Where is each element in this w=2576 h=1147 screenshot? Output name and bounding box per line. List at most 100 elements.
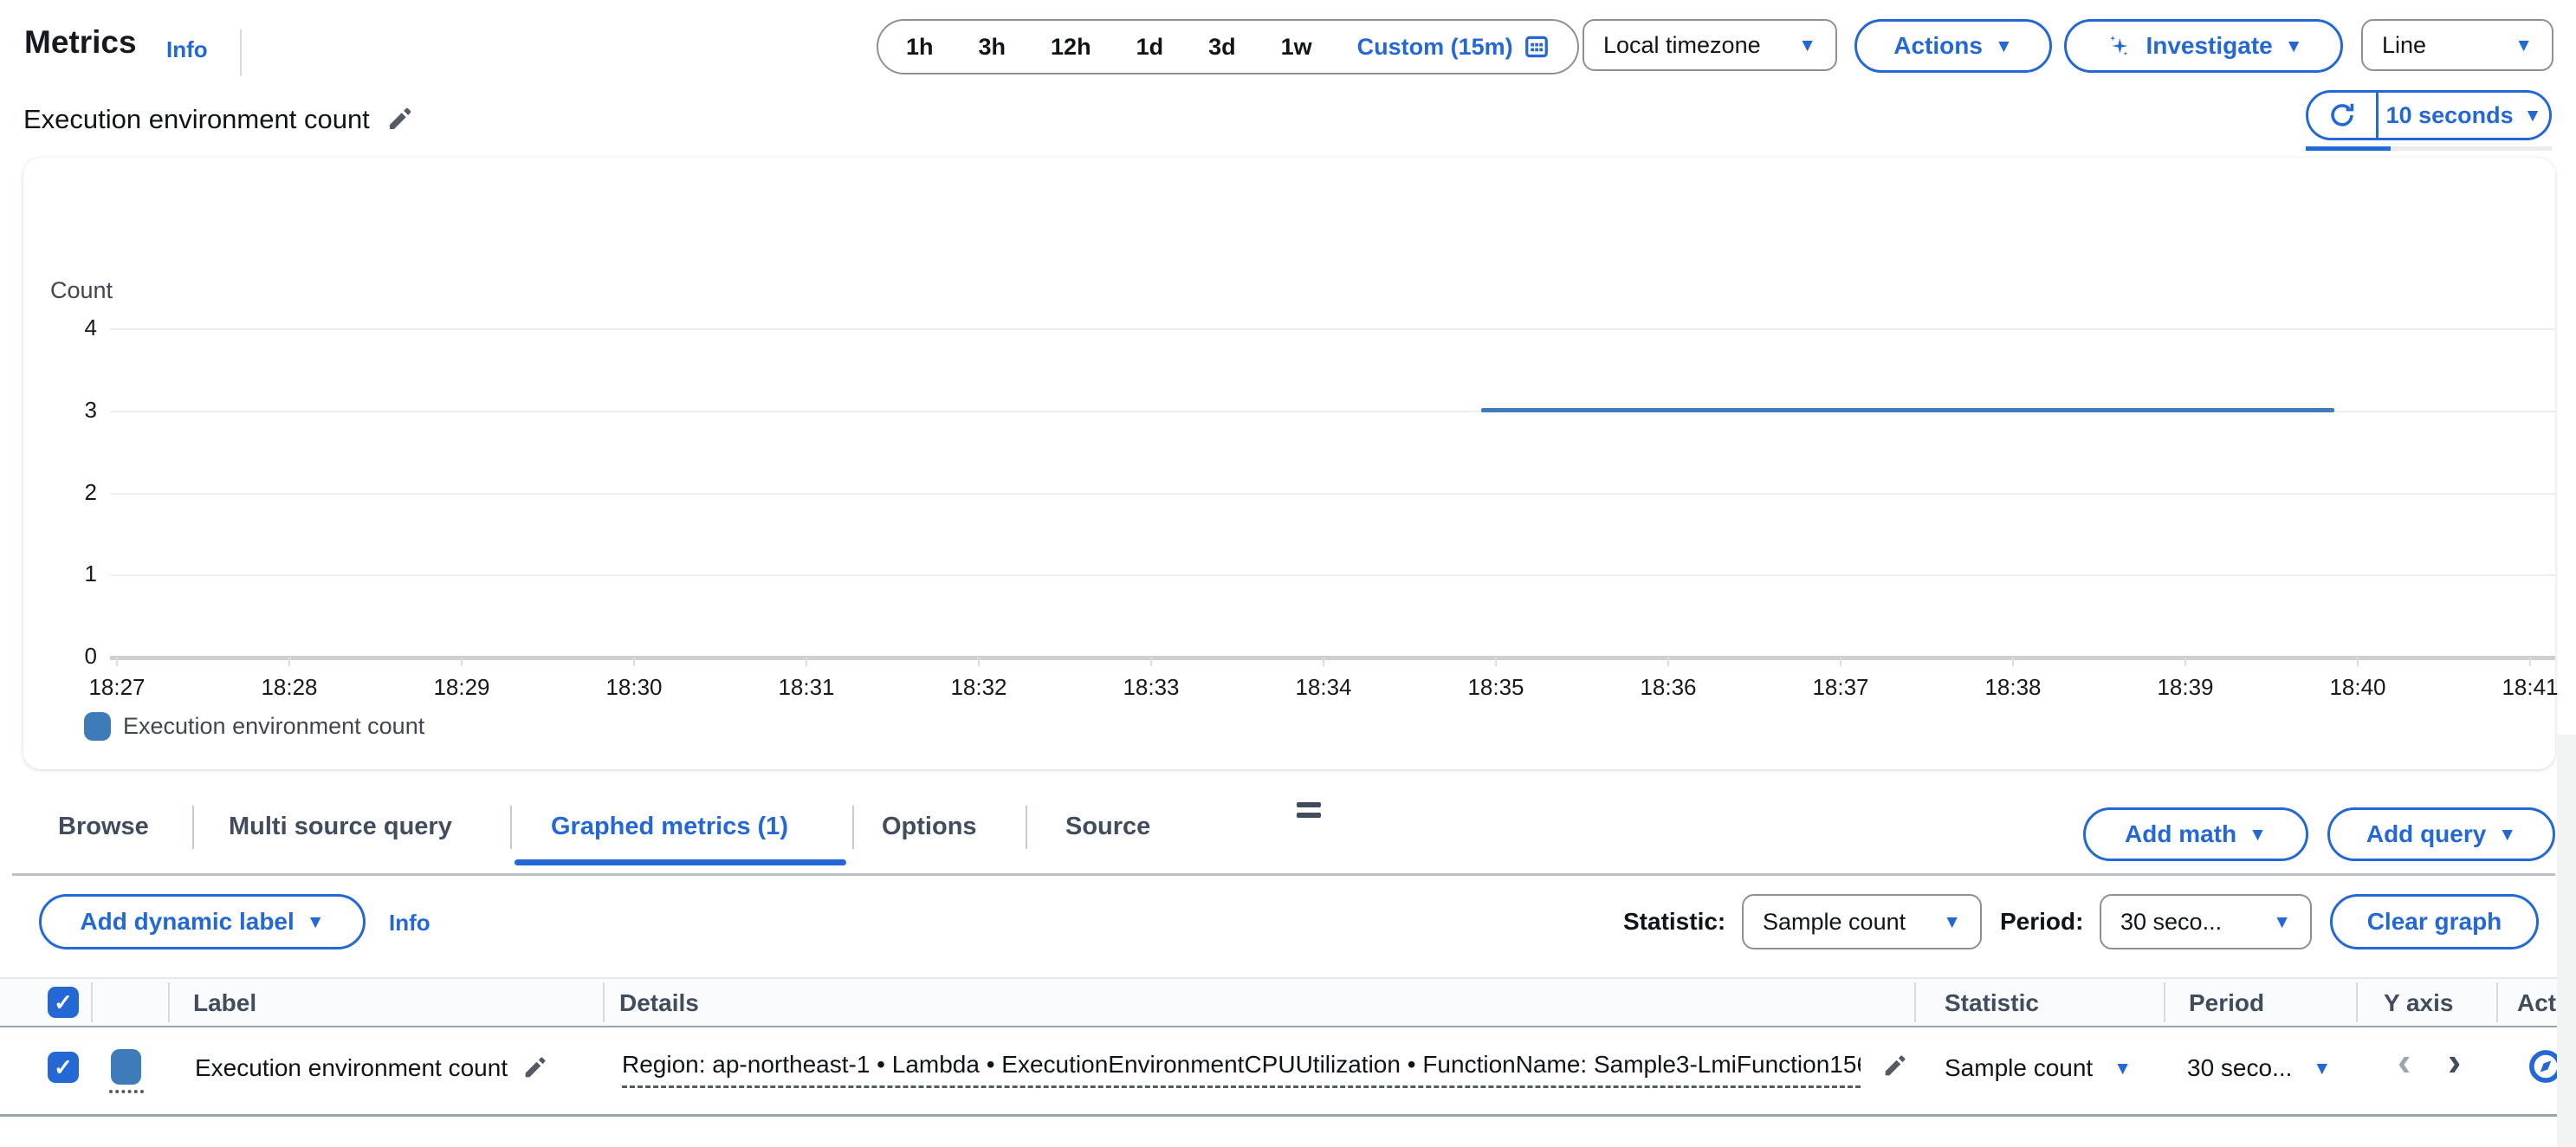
calendar-icon [1524, 34, 1550, 60]
page-title: Metrics [24, 24, 137, 60]
column-header-period: Period [2189, 989, 2265, 1016]
pencil-icon[interactable] [521, 1055, 547, 1081]
row-label: Execution environment count [195, 1054, 508, 1081]
column-divider [91, 982, 93, 1022]
range-custom-label: Custom (15m) [1356, 33, 1513, 60]
refresh-interval-select[interactable]: 10 seconds ▼ [2379, 93, 2549, 138]
graph-title: Execution environment count [23, 104, 370, 134]
chart-legend: Execution environment count [84, 712, 424, 741]
chevron-down-icon: ▼ [2284, 36, 2303, 56]
column-divider [168, 982, 170, 1022]
range-custom[interactable]: Custom (15m) [1335, 34, 1572, 61]
resize-handle-icon[interactable] [1297, 802, 1321, 823]
tab-options[interactable]: Options [882, 813, 977, 841]
column-divider [2164, 982, 2165, 1022]
tab-divider [1026, 806, 1027, 849]
chart-type-select[interactable]: Line ▼ [2361, 19, 2553, 71]
tabs-bottom-rule [12, 873, 2555, 876]
column-header-details: Details [619, 989, 699, 1016]
refresh-progress-fill [2306, 146, 2391, 151]
add-dynamic-label-text: Add dynamic label [80, 908, 294, 935]
timezone-value: Local timezone [1603, 31, 1761, 58]
chevron-down-icon: ▼ [2523, 105, 2542, 126]
period-label: Period: [2000, 908, 2084, 935]
tab-browse[interactable]: Browse [58, 813, 149, 841]
actions-label: Actions [1893, 32, 1983, 59]
check-icon: ✓ [54, 1053, 73, 1080]
chevron-down-icon: ▼ [2273, 911, 2291, 932]
range-1w[interactable]: 1w [1259, 34, 1335, 61]
column-divider [603, 982, 605, 1022]
row-statistic-value: Sample count [1945, 1054, 2094, 1081]
chevron-down-icon: ▼ [1943, 911, 1961, 932]
tab-divider [510, 806, 512, 849]
info-link[interactable]: Info [166, 36, 208, 63]
refresh-button[interactable] [2308, 93, 2379, 138]
column-header-label: Label [193, 989, 257, 1016]
column-divider [2356, 982, 2358, 1022]
range-1h[interactable]: 1h [883, 34, 956, 61]
tab-source[interactable]: Source [1065, 813, 1150, 841]
period-select[interactable]: 30 seco... ▼ [2100, 894, 2312, 949]
graph-title-row: Execution environment count [23, 104, 413, 135]
row-checkbox[interactable]: ✓ [48, 1052, 79, 1083]
range-1d[interactable]: 1d [1114, 34, 1187, 61]
refresh-control: 10 seconds ▼ [2306, 90, 2552, 140]
row-statistic-select[interactable]: Sample count ▼ [1945, 1054, 2132, 1082]
actions-button[interactable]: Actions ▼ [1854, 19, 2052, 73]
column-divider [1914, 982, 1916, 1022]
row-color-swatch[interactable] [111, 1049, 141, 1085]
statistic-value: Sample count [1763, 908, 1906, 935]
add-query-button[interactable]: Add query ▼ [2327, 807, 2555, 861]
tab-graphed-metrics[interactable]: Graphed metrics (1) [551, 813, 788, 841]
clear-graph-button[interactable]: Clear graph [2330, 894, 2539, 949]
right-gutter [2557, 735, 2576, 1147]
row-period-select[interactable]: 30 seco... ▼ [2187, 1054, 2331, 1082]
tab-divider [852, 806, 854, 849]
metric-chart-card [23, 158, 2555, 769]
add-query-label: Add query [2366, 820, 2487, 847]
refresh-interval-value: 10 seconds [2385, 101, 2514, 128]
investigate-label: Investigate [2146, 32, 2273, 59]
chart-type-value: Line [2382, 31, 2427, 58]
statistic-label: Statistic: [1623, 908, 1726, 935]
toolbar-info-link[interactable]: Info [389, 910, 430, 936]
range-3h[interactable]: 3h [956, 34, 1029, 61]
time-range-group: 1h 3h 12h 1d 3d 1w Custom (15m) [877, 19, 1579, 75]
chevron-down-icon: ▼ [2498, 824, 2517, 845]
column-header-actions: Actions [2517, 989, 2557, 1016]
chevron-down-icon: ▼ [2313, 1058, 2332, 1079]
timezone-select[interactable]: Local timezone ▼ [1582, 19, 1837, 71]
refresh-progress [2306, 146, 2552, 151]
pencil-icon[interactable] [385, 106, 413, 133]
chevron-left-icon[interactable]: ‹ [2398, 1041, 2411, 1081]
select-all-checkbox[interactable]: ✓ [48, 987, 79, 1018]
add-dynamic-label-button[interactable]: Add dynamic label ▼ [39, 894, 366, 949]
column-divider [2496, 982, 2498, 1022]
chevron-right-icon[interactable]: › [2448, 1041, 2461, 1081]
range-3d[interactable]: 3d [1186, 34, 1259, 61]
tab-multi-source-query[interactable]: Multi source query [229, 813, 452, 841]
range-12h[interactable]: 12h [1028, 34, 1114, 61]
add-math-button[interactable]: Add math ▼ [2083, 807, 2308, 861]
row-label-cell: Execution environment count [195, 1054, 547, 1082]
chevron-down-icon: ▼ [2113, 1058, 2133, 1079]
legend-label: Execution environment count [123, 713, 425, 739]
chevron-down-icon: ▼ [306, 911, 325, 932]
statistic-select[interactable]: Sample count ▼ [1742, 894, 1982, 949]
add-math-label: Add math [2125, 820, 2237, 847]
row-details-link[interactable]: Region: ap-northeast-1 • Lambda • Execut… [622, 1051, 1861, 1088]
column-header-y-axis: Y axis [2384, 989, 2454, 1016]
refresh-icon [2327, 100, 2358, 131]
chevron-down-icon: ▼ [2249, 824, 2267, 845]
chevron-down-icon: ▼ [2515, 35, 2533, 55]
legend-swatch[interactable] [84, 712, 111, 741]
pencil-icon[interactable] [1881, 1053, 1907, 1079]
color-swatch-dots [109, 1090, 144, 1093]
period-value: 30 seco... [2120, 908, 2223, 935]
header-divider [240, 29, 242, 76]
investigate-button[interactable]: Investigate ▼ [2064, 19, 2343, 73]
chevron-down-icon: ▼ [1798, 35, 1816, 55]
active-tab-underline [515, 859, 846, 865]
column-header-statistic: Statistic [1945, 989, 2039, 1016]
